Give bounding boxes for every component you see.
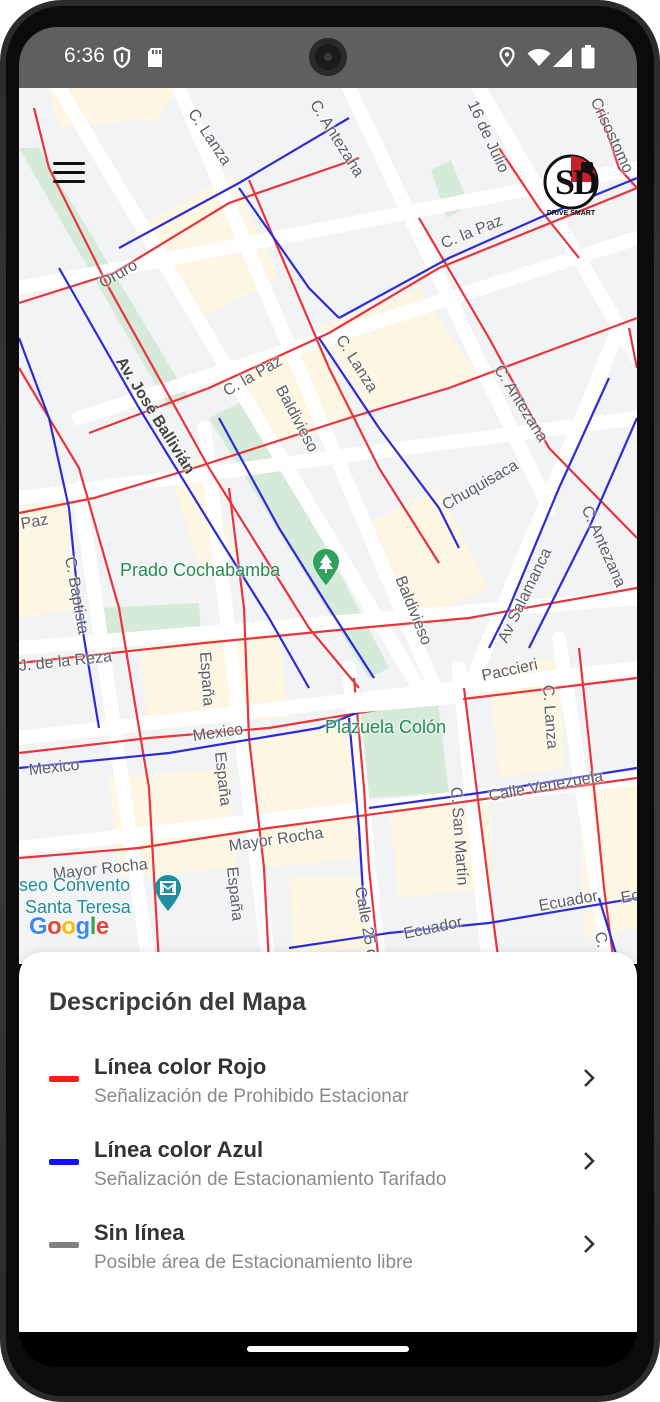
map-legend-sheet: Descripción del Mapa Línea color Rojo Se… [19,952,637,1332]
shield-icon [113,47,131,68]
menu-icon[interactable] [49,158,89,188]
place-prado-cochabamba[interactable]: Prado Cochabamba [120,560,280,581]
legend-item-title: Línea color Azul [94,1137,264,1162]
sheet-title: Descripción del Mapa [49,988,307,1016]
legend-item-subtitle: Señalización de Estacionamiento Tarifado [94,1169,447,1190]
signal-icon [553,48,572,67]
red-line-swatch [49,1076,79,1082]
location-icon [499,47,515,67]
front-camera [309,38,347,76]
chevron-right-icon [584,1152,595,1170]
legend-item-none[interactable]: Sin línea Posible área de Estacionamient… [19,1206,637,1282]
legend-item-red[interactable]: Línea color Rojo Señalización de Prohibi… [19,1040,637,1116]
legend-item-title: Sin línea [94,1220,185,1245]
chevron-right-icon [584,1235,595,1253]
blue-line-swatch [49,1159,79,1165]
google-logo: Google [29,913,109,940]
legend-item-blue[interactable]: Línea color Azul Señalización de Estacio… [19,1123,637,1199]
chevron-right-icon [584,1069,595,1087]
phone-screen: 6:36 C. Lanza C. Antezana 16 de Julio Cr… [19,27,637,1367]
museo-line-1: seo Convento [19,875,131,895]
status-bar: 6:36 [19,27,637,88]
park-marker-icon[interactable] [311,548,341,586]
street-label: España [196,651,217,707]
legend-item-title: Línea color Rojo [94,1054,267,1079]
logo-text: DRIVE SMART [546,210,596,217]
wifi-icon [527,49,551,66]
legend-item-subtitle: Señalización de Prohibido Estacionar [94,1086,409,1107]
gray-line-swatch [49,1242,79,1248]
museum-marker-icon[interactable] [153,874,183,912]
place-plazuela-colon[interactable]: Plazuela Colón [325,717,446,738]
street-label: Ec [619,886,637,907]
map-view[interactable]: C. Lanza C. Antezana 16 de Julio Crisost… [19,88,637,964]
battery-icon [581,45,595,69]
home-indicator[interactable] [247,1346,409,1352]
drive-smart-logo: S D DRIVE SMART [535,150,607,242]
place-museo[interactable]: seo Convento Santa Teresa [19,874,131,918]
gesture-nav-bar [19,1332,637,1367]
status-time: 6:36 [64,44,105,67]
legend-item-subtitle: Posible área de Estacionamiento libre [94,1252,413,1273]
sd-card-icon [148,48,162,67]
